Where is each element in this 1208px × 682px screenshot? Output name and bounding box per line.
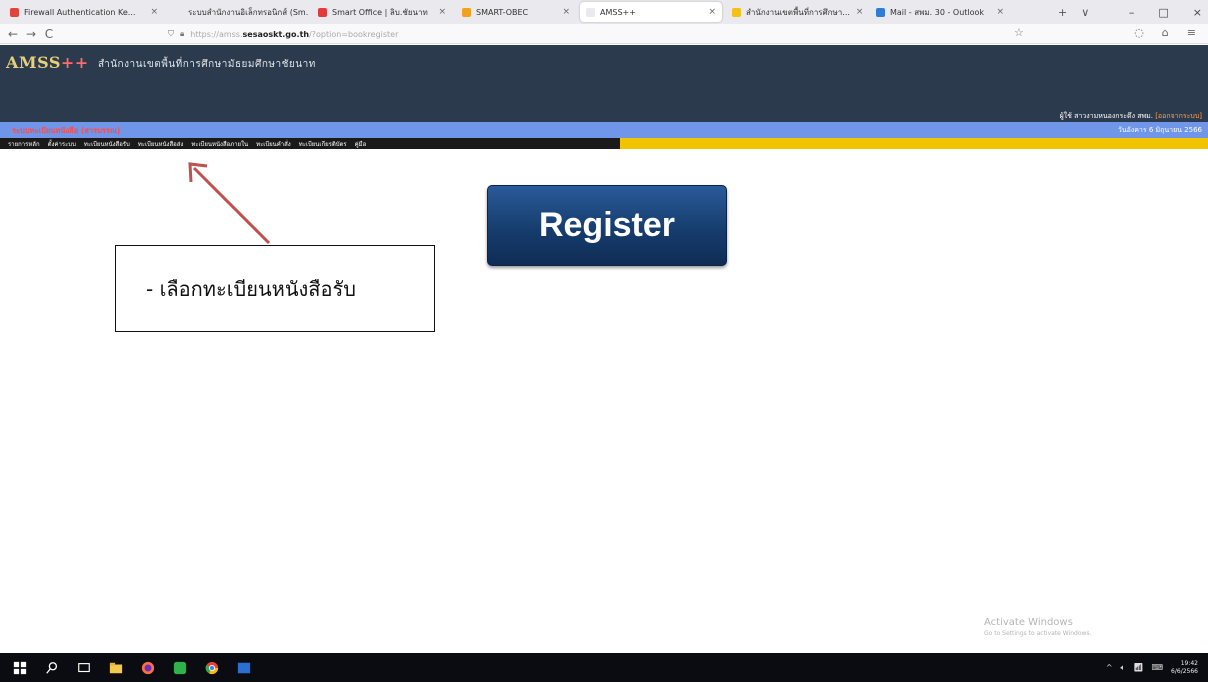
- clock-date: 6/6/2566: [1171, 667, 1198, 675]
- volume-icon[interactable]: 🔈︎: [1121, 663, 1126, 673]
- chevron-up-icon[interactable]: ^: [1106, 663, 1113, 672]
- system-tray: ^ 🔈︎ 📶︎ ⌨︎ 19:42 6/6/2566: [1106, 653, 1198, 682]
- network-icon[interactable]: 📶︎: [1133, 663, 1143, 672]
- line-app-icon[interactable]: [172, 661, 188, 675]
- file-explorer-icon[interactable]: [108, 661, 124, 675]
- keyboard-icon[interactable]: ⌨︎: [1152, 663, 1164, 672]
- annotation-callout: - เลือกทะเบียนหนังสือรับ: [115, 245, 435, 332]
- search-icon[interactable]: [44, 661, 60, 675]
- windows-start-icon[interactable]: [12, 661, 28, 675]
- firefox-icon[interactable]: [140, 661, 156, 675]
- annotation-arrow: [188, 162, 271, 245]
- taskbar-clock[interactable]: 19:42 6/6/2566: [1171, 660, 1198, 676]
- watermark-subtitle: Go to Settings to activate Windows.: [984, 630, 1092, 637]
- watermark-title: Activate Windows: [984, 617, 1073, 628]
- screen: Firewall Authentication Ke... × ระบบสำนักง…: [0, 0, 1208, 682]
- taskbar-icons: [12, 653, 252, 682]
- chrome-icon[interactable]: [204, 661, 220, 675]
- task-view-icon[interactable]: [76, 661, 92, 675]
- powershell-icon[interactable]: [236, 661, 252, 675]
- windows-taskbar: ^ 🔈︎ 📶︎ ⌨︎ 19:42 6/6/2566: [0, 653, 1208, 682]
- clock-time: 19:42: [1180, 659, 1198, 667]
- activate-windows-watermark: Activate Windows Go to Settings to activ…: [984, 617, 1091, 637]
